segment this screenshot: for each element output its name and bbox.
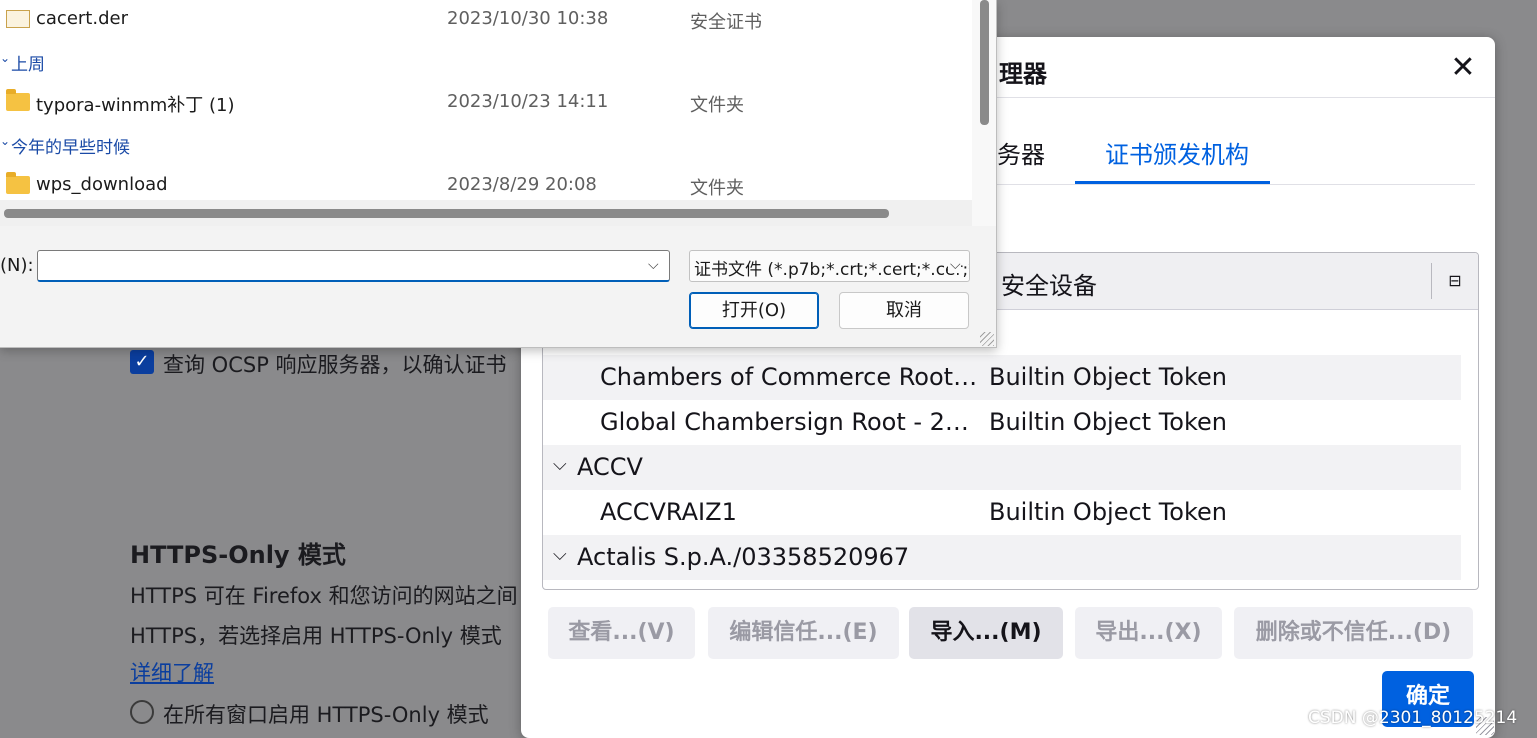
tab-servers[interactable]: 务器: [997, 135, 1045, 170]
filename-input[interactable]: [37, 250, 670, 282]
dialog-title: 理器: [999, 60, 1047, 88]
certificate-icon: [6, 10, 30, 28]
edit-trust-button[interactable]: 编辑信任...(E): [708, 607, 899, 659]
https-description-line1: HTTPS 可在 Firefox 和您访问的网站之间: [130, 584, 518, 608]
open-button[interactable]: 打开(O): [689, 292, 819, 329]
resize-grip[interactable]: [980, 332, 994, 346]
tree-row-group[interactable]: ⌵ Actalis S.p.A./03358520967: [543, 535, 1461, 580]
group-label: 今年的早些时候: [11, 138, 130, 158]
file-name: wps_download: [36, 174, 168, 195]
column-security-device[interactable]: 安全设备: [1001, 266, 1097, 301]
file-list[interactable]: cacert.der 2023/10/30 10:38 安全证书 ⌄ 上周 ty…: [0, 0, 972, 200]
tree-row-cert[interactable]: ACCVRAIZ1 Builtin Object Token: [543, 490, 1461, 535]
filename-label: (N):: [0, 255, 34, 276]
tab-authorities[interactable]: 证书颁发机构: [1105, 135, 1249, 170]
folder-icon: [6, 89, 30, 111]
cert-token: Builtin Object Token: [989, 408, 1228, 436]
ocsp-checkbox-label: 查询 OCSP 响应服务器，以确认证书: [163, 353, 507, 377]
vertical-scrollbar[interactable]: [972, 0, 996, 226]
https-description-line2: HTTPS，若选择启用 HTTPS-Only 模式: [130, 624, 502, 648]
cert-name: Chambers of Commerce Root - 2008: [600, 363, 980, 391]
file-type: 文件夹: [690, 178, 744, 199]
cancel-button[interactable]: 取消: [839, 292, 969, 329]
file-name: cacert.der: [36, 8, 128, 29]
column-separator: [1431, 263, 1432, 299]
cert-token: Builtin Object Token: [989, 363, 1228, 391]
file-date: 2023/8/29 20:08: [447, 174, 597, 195]
import-button[interactable]: 导入...(M): [909, 607, 1063, 659]
https-all-windows-label: 在所有窗口启用 HTTPS-Only 模式: [163, 703, 489, 727]
tree-row-group[interactable]: ⌵ ACCV: [543, 445, 1461, 490]
ocsp-checkbox[interactable]: ✓: [130, 350, 154, 374]
vertical-scroll-thumb[interactable]: [980, 0, 989, 125]
cert-name: ACCVRAIZ1: [600, 498, 737, 526]
file-date: 2023/10/30 10:38: [447, 8, 609, 29]
cert-name: Global Chambersign Root - 2008: [600, 408, 980, 436]
tree-row-cert[interactable]: Chambers of Commerce Root - 2008 Builtin…: [543, 355, 1461, 400]
file-open-dialog: cacert.der 2023/10/30 10:38 安全证书 ⌄ 上周 ty…: [0, 0, 997, 348]
file-row[interactable]: typora-winmm补丁 (1) 2023/10/23 14:11 文件夹: [0, 83, 972, 124]
horizontal-scrollbar[interactable]: [0, 200, 972, 226]
horizontal-scroll-thumb[interactable]: [4, 209, 889, 218]
tree-body: Chambers of Commerce Root - 2008 Builtin…: [543, 355, 1461, 580]
file-type: 文件夹: [690, 95, 744, 116]
delete-distrust-button[interactable]: 删除或不信任...(D): [1234, 607, 1473, 659]
file-date: 2023/10/23 14:11: [447, 91, 609, 112]
file-name: typora-winmm补丁 (1): [36, 95, 235, 116]
file-type-filter-select[interactable]: 证书文件 (*.p7b;*.crt;*.cert;*.cer;*.pem;*.d…: [689, 250, 970, 282]
close-icon[interactable]: ✕: [1447, 53, 1479, 85]
https-all-windows-radio[interactable]: [130, 700, 154, 724]
chevron-down-icon[interactable]: ⌵: [553, 454, 567, 475]
chevron-down-icon[interactable]: ⌄: [0, 51, 10, 65]
file-type: 安全证书: [690, 12, 762, 33]
export-button[interactable]: 导出...(X): [1075, 607, 1222, 659]
chevron-down-icon[interactable]: ⌵: [553, 544, 567, 565]
https-only-heading: HTTPS-Only 模式: [130, 541, 346, 569]
column-picker-icon[interactable]: ⊟: [1443, 269, 1467, 293]
view-button[interactable]: 查看...(V): [548, 607, 695, 659]
chevron-down-icon[interactable]: ⌵: [648, 257, 659, 273]
folder-icon: [6, 172, 30, 194]
chevron-down-icon[interactable]: ⌵: [948, 257, 961, 273]
chevron-down-icon[interactable]: ⌄: [0, 134, 10, 148]
cert-token: Builtin Object Token: [989, 498, 1228, 526]
watermark: CSDN @2301_80125214: [1308, 708, 1518, 728]
group-name: Actalis S.p.A./03358520967: [577, 543, 910, 571]
learn-more-link[interactable]: 详细了解: [130, 657, 214, 687]
group-label: 上周: [11, 55, 45, 75]
tree-row-cert[interactable]: Global Chambersign Root - 2008 Builtin O…: [543, 400, 1461, 445]
file-row[interactable]: cacert.der 2023/10/30 10:38 安全证书: [0, 0, 972, 41]
group-name: ACCV: [577, 453, 643, 481]
